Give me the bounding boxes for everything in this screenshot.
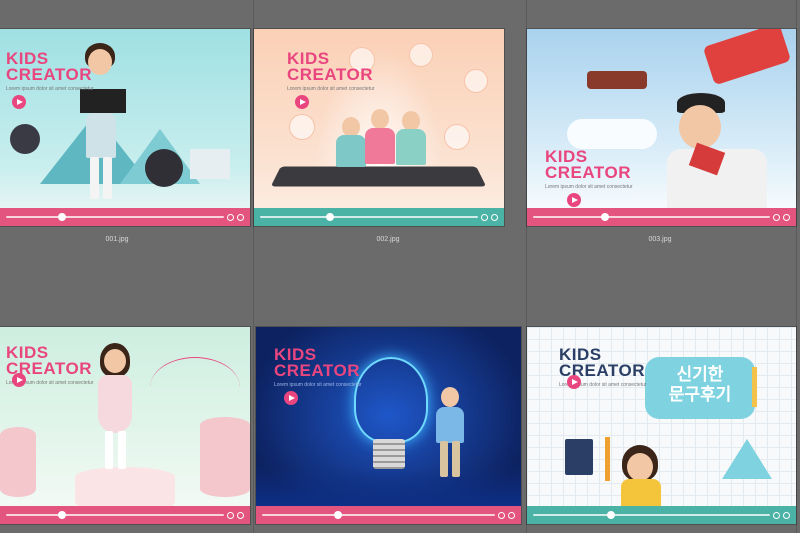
progress-bar[interactable] — [0, 208, 250, 226]
pencil-icon — [605, 437, 610, 481]
child-body — [396, 129, 426, 165]
play-button[interactable] — [284, 391, 298, 405]
city-skyline — [256, 466, 521, 506]
child-face — [441, 387, 459, 407]
brand-title: KIDS CREATOR Lorem ipsum dolor sit amet c… — [274, 345, 362, 388]
thumbnail-004[interactable]: KIDS CREATOR Lorem ipsum dolor sit amet c… — [0, 327, 250, 524]
progress-bar[interactable] — [527, 208, 796, 226]
speech-bubble: 신기한 문구후기 — [645, 357, 755, 419]
ruler-triangle — [722, 439, 772, 479]
child-face — [402, 111, 420, 131]
progress-bar[interactable] — [0, 506, 250, 524]
file-name: 002.jpg — [376, 236, 400, 243]
bubble-icon — [409, 43, 433, 67]
child-body — [336, 135, 366, 167]
column-divider — [796, 0, 797, 533]
pedestal-shape — [0, 427, 36, 497]
child-face — [627, 453, 653, 481]
thumbnail-001[interactable]: KIDS CREATOR Lorem ipsum dolor sit amet c… — [0, 29, 250, 226]
pedestal-shape — [200, 417, 250, 497]
child-face — [371, 109, 389, 129]
korean-title: 신기한 문구후기 — [668, 365, 732, 404]
cape-shape — [702, 29, 792, 86]
play-button[interactable] — [567, 375, 581, 389]
child-body — [365, 128, 395, 164]
cloud-shape — [567, 119, 657, 149]
child-leg — [118, 431, 126, 469]
child-leg — [440, 441, 448, 477]
thumbnail-003[interactable]: KIDS CREATOR Lorem ipsum dolor sit amet c… — [527, 29, 796, 226]
play-button[interactable] — [295, 95, 309, 109]
brand-title: KIDS CREATOR Lorem ipsum dolor sit amet c… — [545, 147, 633, 190]
thumbnail-002[interactable]: KIDS CREATOR Lorem ipsum dolor sit amet c… — [254, 29, 504, 226]
pencil-icon — [752, 367, 757, 407]
projector-icon — [10, 124, 40, 154]
play-button[interactable] — [567, 193, 581, 207]
child-leg — [452, 441, 460, 477]
child-leg — [90, 157, 99, 199]
child-body — [86, 113, 116, 158]
bubble-icon — [464, 69, 488, 93]
child-leg — [105, 431, 113, 469]
toy-plane-icon — [587, 71, 647, 89]
child-face — [104, 349, 126, 373]
bubble-icon — [444, 124, 470, 150]
progress-bar[interactable] — [527, 506, 796, 524]
child-body — [98, 375, 132, 433]
play-button[interactable] — [12, 95, 26, 109]
progress-bar[interactable] — [256, 506, 521, 524]
file-name: 003.jpg — [648, 236, 672, 243]
clapperboard-icon — [80, 89, 126, 113]
child-body — [621, 479, 661, 509]
lightbulb-icon — [354, 357, 428, 443]
child-face — [342, 117, 360, 137]
child-leg — [103, 157, 112, 199]
child-body — [436, 407, 464, 443]
music-wave — [150, 357, 240, 418]
brand-title: KIDS CREATOR Lorem ipsum dolor sit amet c… — [287, 49, 375, 92]
brand-title: KIDS CREATOR Lorem ipsum dolor sit amet c… — [6, 49, 94, 92]
bulb-base — [373, 439, 405, 469]
play-button[interactable] — [12, 373, 26, 387]
film-reel-icon — [145, 149, 183, 187]
bubble-icon — [289, 114, 315, 140]
notebook-icon — [565, 439, 593, 475]
progress-bar[interactable] — [254, 208, 504, 226]
tablet-device — [270, 166, 487, 187]
thumbnail-005[interactable]: KIDS CREATOR Lorem ipsum dolor sit amet c… — [256, 327, 521, 524]
child-face — [679, 105, 721, 149]
thumbnail-006[interactable]: 신기한 문구후기 KIDS CREATOR Lorem ipsum dolor si… — [527, 327, 796, 524]
file-name: 001.jpg — [105, 236, 129, 243]
building-shape — [190, 149, 230, 179]
